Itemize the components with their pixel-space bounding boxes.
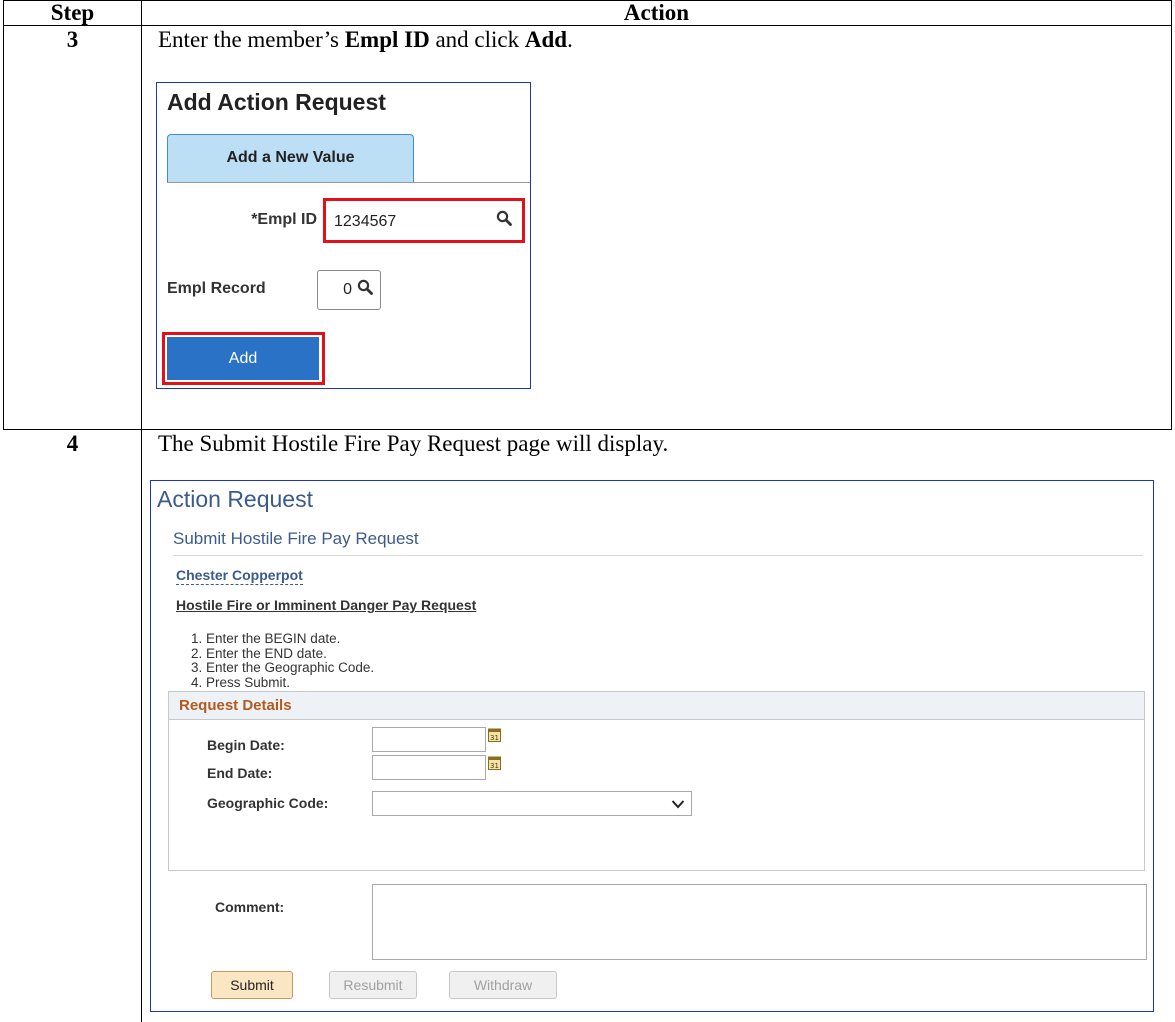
emplrecord-value: 0 — [343, 281, 352, 298]
request-details-box: Request Details — [168, 691, 1145, 871]
header-action: Action — [623, 0, 690, 25]
table-border-right — [1171, 0, 1172, 430]
step-number-3: 3 — [66, 27, 79, 52]
step4-instruction: The Submit Hostile Fire Pay Request page… — [158, 431, 669, 456]
table-border-header — [3, 25, 1172, 26]
tab-add-new-value[interactable]: Add a New Value — [167, 134, 414, 182]
end-date-input[interactable] — [372, 755, 486, 780]
table-border-left — [3, 0, 4, 430]
list-item: 3. Enter the Geographic Code. — [191, 660, 375, 675]
list-item: 1. Enter the BEGIN date. — [191, 631, 341, 646]
page-subtitle: Submit Hostile Fire Pay Request — [173, 529, 419, 548]
step3-instruction: Enter the member’s Empl ID and click Add… — [158, 27, 573, 52]
emplrecord-label: Empl Record — [167, 280, 266, 297]
search-icon[interactable] — [496, 210, 512, 231]
section-heading: Hostile Fire or Imminent Danger Pay Requ… — [176, 597, 477, 613]
subtitle-divider — [173, 555, 1143, 556]
request-details-heading: Request Details — [169, 692, 1144, 720]
comment-textarea[interactable] — [372, 884, 1147, 960]
list-item: 4. Press Submit. — [191, 674, 291, 690]
begin-date-label: Begin Date: — [207, 737, 285, 753]
add-action-request-screenshot: Add Action Request Add a New Value *Empl… — [156, 82, 531, 389]
add-button-highlight: Add — [162, 332, 325, 385]
comment-label: Comment: — [215, 899, 285, 915]
end-date-label: End Date: — [207, 765, 273, 781]
begin-date-input[interactable] — [372, 727, 486, 752]
header-step: Step — [50, 0, 95, 25]
action-request-screenshot: Action Request Submit Hostile Fire Pay R… — [150, 480, 1154, 1012]
calendar-icon[interactable]: 31 — [488, 755, 501, 770]
emplid-field[interactable]: 1234567 — [323, 198, 525, 243]
geographic-code-select[interactable] — [372, 791, 692, 816]
page-title: Action Request — [157, 486, 313, 512]
member-name-link[interactable]: Chester Copperpot — [176, 567, 303, 585]
geographic-code-label: Geographic Code: — [207, 795, 329, 811]
submit-button[interactable]: Submit — [211, 971, 293, 999]
emplid-value: 1234567 — [334, 213, 397, 230]
list-item: 2. Enter the END date. — [191, 645, 327, 661]
chevron-down-icon — [671, 797, 685, 815]
search-icon[interactable] — [357, 279, 373, 300]
emplid-label: *Empl ID — [251, 211, 317, 228]
svg-text:31: 31 — [490, 734, 499, 742]
page-title: Add Action Request — [167, 89, 386, 115]
svg-text:31: 31 — [490, 762, 499, 770]
withdraw-button[interactable]: Withdraw — [449, 971, 557, 999]
instruction-list: 1. Enter the BEGIN date. 2. Enter the EN… — [191, 631, 375, 690]
table-border-mid — [141, 0, 142, 1022]
step-number-4: 4 — [66, 431, 79, 456]
calendar-icon[interactable]: 31 — [488, 727, 501, 742]
resubmit-button[interactable]: Resubmit — [329, 971, 417, 999]
table-border-row — [3, 429, 1172, 430]
emplrecord-field[interactable]: 0 — [317, 270, 381, 310]
add-button[interactable]: Add — [167, 337, 319, 380]
tab-divider — [167, 182, 530, 183]
